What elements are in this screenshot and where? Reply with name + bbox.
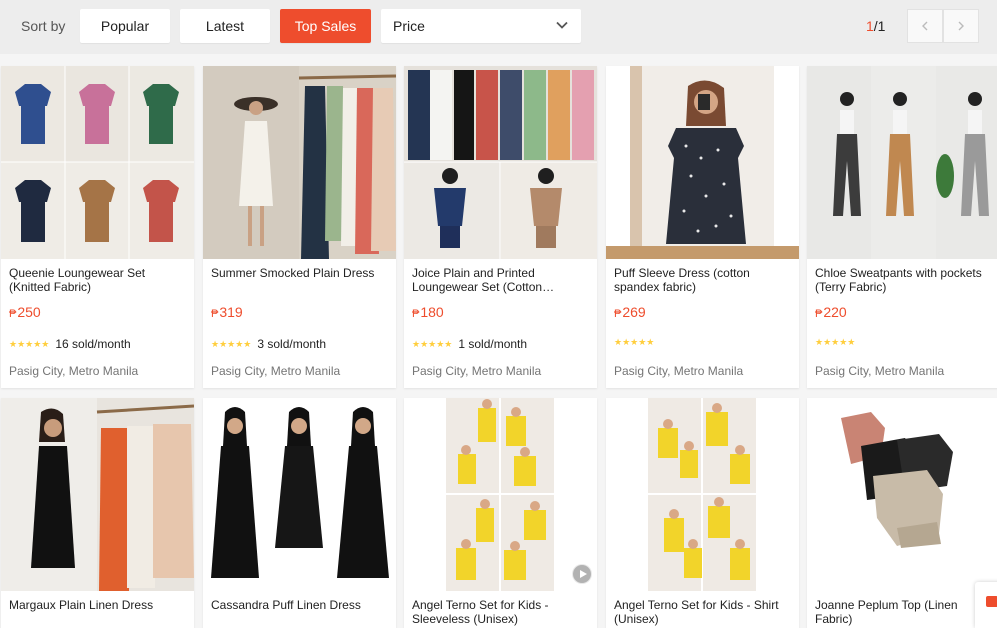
chat-button[interactable]: [975, 582, 997, 628]
product-stats: ★★★★★ 3 sold/month: [211, 337, 326, 351]
product-stats: ★★★★★: [614, 337, 660, 348]
product-image: [807, 398, 997, 591]
product-image: [1, 66, 194, 259]
sold-count: 16 sold/month: [55, 337, 131, 351]
product-title: Puff Sleeve Dress (cotton spandex fabric…: [614, 266, 750, 294]
prev-page-button[interactable]: [907, 9, 943, 43]
sold-count: 3 sold/month: [257, 337, 327, 351]
product-image: [1, 398, 194, 591]
current-page: 1: [866, 18, 874, 34]
sort-bar: Sort by Popular Latest Top Sales Price 1…: [0, 0, 997, 54]
product-card[interactable]: Joice Plain and Printed Loungewear Set (…: [404, 66, 597, 388]
product-title: Angel Terno Set for Kids - Sleeveless (U…: [412, 598, 549, 626]
product-location: Pasig City, Metro Manila: [815, 364, 945, 378]
product-image: [606, 398, 799, 591]
chevron-right-icon: [958, 21, 964, 31]
product-price: ₱269: [614, 304, 646, 320]
product-stats: ★★★★★ 1 sold/month: [412, 337, 527, 351]
product-card[interactable]: Margaux Plain Linen Dress: [1, 398, 194, 628]
product-price: ₱319: [211, 304, 243, 320]
product-card[interactable]: Queenie Loungewear Set (Knitted Fabric) …: [1, 66, 194, 388]
product-location: Pasig City, Metro Manila: [9, 364, 139, 378]
product-title: Cassandra Puff Linen Dress: [211, 598, 361, 612]
rating-stars-icon: ★★★★★: [815, 337, 856, 347]
product-price: ₱220: [815, 304, 847, 320]
product-card[interactable]: Angel Terno Set for Kids - Shirt (Unisex…: [606, 398, 799, 628]
product-title: Angel Terno Set for Kids - Shirt (Unisex…: [614, 598, 779, 626]
product-image: [203, 66, 396, 259]
page-indicator: 1/1: [866, 18, 885, 34]
sort-popular-button[interactable]: Popular: [80, 9, 170, 43]
chat-icon: [986, 596, 997, 607]
next-page-button[interactable]: [943, 9, 979, 43]
total-pages: /1: [873, 18, 886, 34]
chevron-left-icon: [922, 21, 928, 31]
product-title: Summer Smocked Plain Dress: [211, 266, 375, 280]
sold-count: 1 sold/month: [458, 337, 528, 351]
product-price: ₱250: [9, 304, 41, 320]
sort-by-label: Sort by: [21, 18, 66, 34]
rating-stars-icon: ★★★★★: [9, 338, 50, 349]
product-location: Pasig City, Metro Manila: [412, 364, 542, 378]
product-card[interactable]: Angel Terno Set for Kids - Sleeveless (U…: [404, 398, 597, 628]
product-image: [404, 66, 597, 259]
product-location: Pasig City, Metro Manila: [211, 364, 341, 378]
product-price: ₱180: [412, 304, 444, 320]
product-image: [606, 66, 799, 259]
chevron-down-icon: [556, 21, 568, 29]
product-stats: ★★★★★ 16 sold/month: [9, 337, 131, 351]
product-title: Joice Plain and Printed Loungewear Set (…: [412, 266, 555, 294]
rating-stars-icon: ★★★★★: [211, 338, 252, 349]
sort-top-sales-button[interactable]: Top Sales: [280, 9, 371, 43]
sort-latest-button[interactable]: Latest: [180, 9, 270, 43]
product-card[interactable]: Puff Sleeve Dress (cotton spandex fabric…: [606, 66, 799, 388]
rating-stars-icon: ★★★★★: [412, 338, 453, 349]
product-card[interactable]: Cassandra Puff Linen Dress: [203, 398, 396, 628]
price-select-label: Price: [393, 18, 425, 34]
product-card[interactable]: Summer Smocked Plain Dress ₱319 ★★★★★ 3 s…: [203, 66, 396, 388]
product-image: [807, 66, 997, 259]
product-image: [404, 398, 597, 591]
product-card[interactable]: Chloe Sweatpants with pockets (Terry Fab…: [807, 66, 997, 388]
product-image: [203, 398, 396, 591]
video-play-icon[interactable]: [572, 564, 592, 584]
product-title: Chloe Sweatpants with pockets (Terry Fab…: [815, 266, 982, 294]
product-listing-page: Sort by Popular Latest Top Sales Price 1…: [0, 0, 997, 628]
product-stats: ★★★★★: [815, 337, 861, 348]
product-title: Joanne Peplum Top (Linen Fabric): [815, 598, 958, 626]
product-title: Margaux Plain Linen Dress: [9, 598, 154, 612]
price-sort-select[interactable]: Price: [381, 9, 581, 43]
product-location: Pasig City, Metro Manila: [614, 364, 744, 378]
rating-stars-icon: ★★★★★: [614, 337, 655, 347]
product-card[interactable]: Joanne Peplum Top (Linen Fabric): [807, 398, 997, 628]
product-title: Queenie Loungewear Set (Knitted Fabric): [9, 266, 146, 294]
